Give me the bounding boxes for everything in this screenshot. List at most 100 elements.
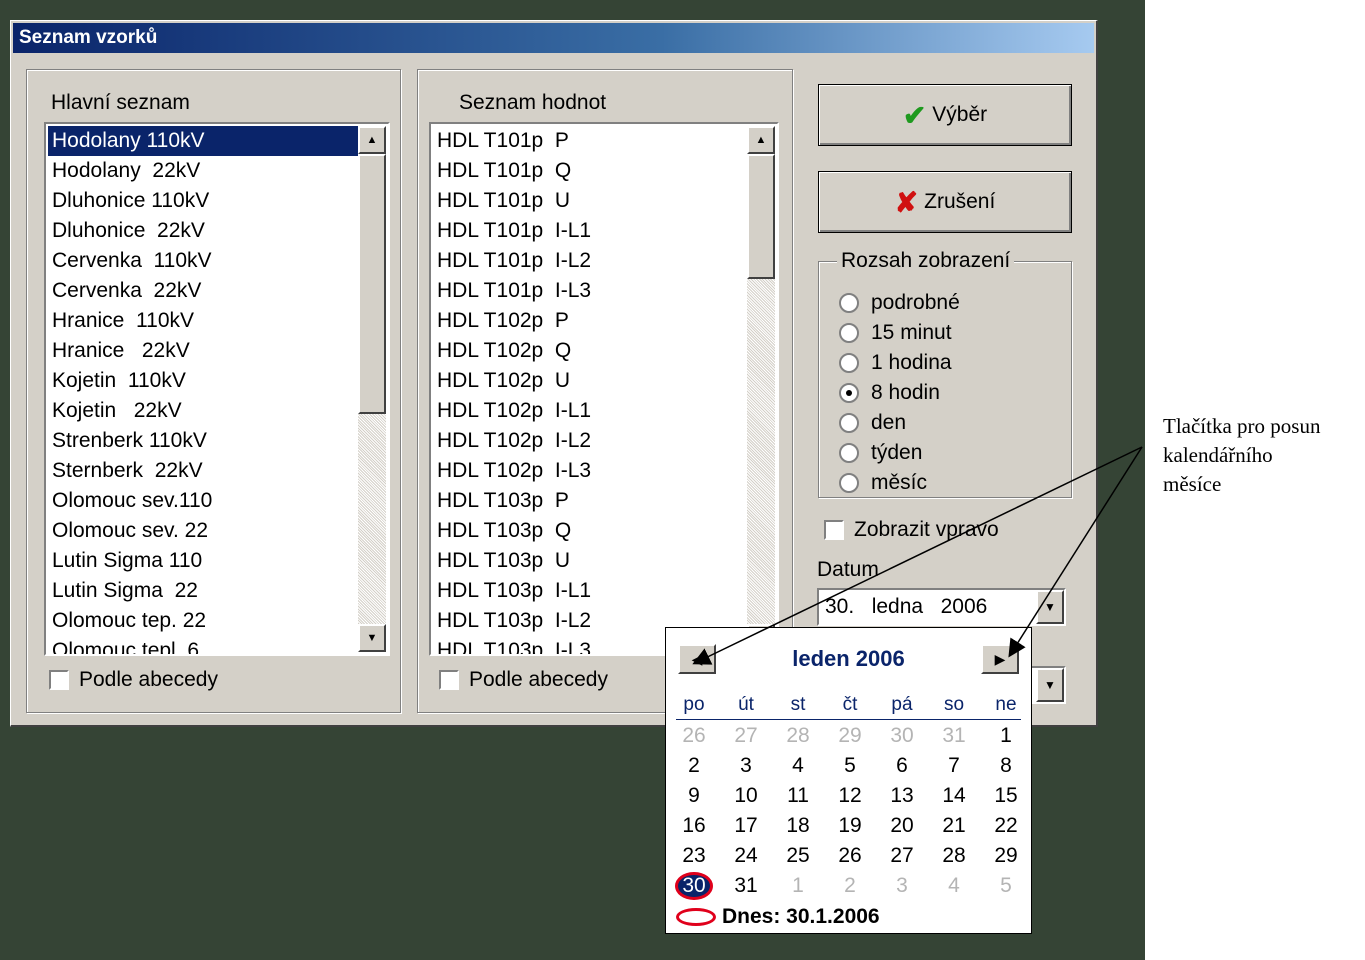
radio-button[interactable] — [839, 353, 859, 373]
list-item[interactable]: Kojetin 22kV — [48, 396, 358, 426]
list-item[interactable]: Olomouc sev. 22 — [48, 516, 358, 546]
calendar-day[interactable]: 28 — [928, 841, 980, 871]
calendar-day[interactable]: 3 — [720, 751, 772, 781]
list-item[interactable]: HDL T101p Q — [433, 156, 747, 186]
list-item[interactable]: HDL T102p P — [433, 306, 747, 336]
calendar-day[interactable]: 2 — [668, 751, 720, 781]
calendar-day[interactable]: 2 — [824, 871, 876, 901]
range-option[interactable]: den — [839, 408, 906, 438]
radio-button[interactable] — [839, 383, 859, 403]
calendar-day[interactable]: 16 — [668, 811, 720, 841]
today-link[interactable]: Dnes: 30.1.2006 — [676, 905, 880, 929]
calendar-day[interactable]: 26 — [824, 841, 876, 871]
list-item[interactable]: HDL T103p I-L1 — [433, 576, 747, 606]
radio-button[interactable] — [839, 473, 859, 493]
secondary-combo[interactable]: ▼ — [1029, 666, 1066, 704]
calendar-day[interactable]: 24 — [720, 841, 772, 871]
scroll-up-button[interactable]: ▲ — [747, 126, 775, 154]
radio-button[interactable] — [839, 293, 859, 313]
calendar-day[interactable]: 21 — [928, 811, 980, 841]
show-right-checkbox[interactable]: Zobrazit vpravo — [824, 518, 999, 542]
calendar-day[interactable]: 13 — [876, 781, 928, 811]
checkbox-box[interactable] — [824, 520, 844, 540]
list-item[interactable]: HDL T102p U — [433, 366, 747, 396]
calendar-day[interactable]: 1 — [772, 871, 824, 901]
calendar-day[interactable]: 5 — [980, 871, 1032, 901]
list-item[interactable]: Olomouc tep. 22 — [48, 606, 358, 636]
list-item[interactable]: Lutin Sigma 22 — [48, 576, 358, 606]
calendar-day[interactable]: 26 — [668, 721, 720, 751]
list-item[interactable]: HDL T102p Q — [433, 336, 747, 366]
radio-button[interactable] — [839, 443, 859, 463]
list-item[interactable]: Olomouc sev.110 — [48, 486, 358, 516]
calendar-day[interactable]: 17 — [720, 811, 772, 841]
calendar-day[interactable]: 9 — [668, 781, 720, 811]
main-sort-checkbox[interactable]: Podle abecedy — [49, 668, 218, 692]
list-item[interactable]: HDL T101p U — [433, 186, 747, 216]
calendar-day[interactable]: 27 — [876, 841, 928, 871]
calendar-day-today[interactable]: 30 — [668, 871, 720, 901]
list-item[interactable]: Sternberk 22kV — [48, 456, 358, 486]
range-option[interactable]: týden — [839, 438, 922, 468]
calendar-day[interactable]: 31 — [720, 871, 772, 901]
main-list[interactable]: Hodolany 110kV Hodolany 22kV Dluhonice 110… — [44, 122, 390, 656]
calendar-day[interactable]: 12 — [824, 781, 876, 811]
dropdown-arrow-icon[interactable]: ▼ — [1036, 668, 1064, 702]
list-item[interactable]: Hranice 22kV — [48, 336, 358, 366]
value-list[interactable]: HDL T101p P HDL T101p Q HDL T101p U HDL T10… — [429, 122, 779, 656]
scroll-thumb[interactable] — [358, 154, 386, 414]
calendar-day[interactable]: 14 — [928, 781, 980, 811]
list-item[interactable]: HDL T101p I-L2 — [433, 246, 747, 276]
list-item[interactable]: Dluhonice 110kV — [48, 186, 358, 216]
calendar-day[interactable]: 18 — [772, 811, 824, 841]
list-item[interactable]: Olomouc tepl. 6 — [48, 636, 358, 654]
checkbox-box[interactable] — [49, 670, 69, 690]
scroll-thumb[interactable] — [747, 154, 775, 279]
select-button[interactable]: ✔ Výběr — [818, 84, 1072, 146]
main-list-scrollbar[interactable]: ▲ ▼ — [358, 126, 386, 652]
range-option[interactable]: 8 hodin — [839, 378, 940, 408]
calendar-day[interactable]: 27 — [720, 721, 772, 751]
list-item[interactable]: Dluhonice 22kV — [48, 216, 358, 246]
list-item[interactable]: Lutin Sigma 110 — [48, 546, 358, 576]
list-item[interactable]: Kojetin 110kV — [48, 366, 358, 396]
list-item[interactable]: Hodolany 22kV — [48, 156, 358, 186]
calendar-day[interactable]: 8 — [980, 751, 1032, 781]
range-option[interactable]: měsíc — [839, 468, 927, 498]
date-combo[interactable]: 30. ledna 2006 ▼ — [817, 588, 1066, 626]
dropdown-arrow-icon[interactable]: ▼ — [1036, 590, 1064, 624]
list-item[interactable]: Cervenka 110kV — [48, 246, 358, 276]
calendar-day[interactable]: 25 — [772, 841, 824, 871]
calendar-day[interactable]: 5 — [824, 751, 876, 781]
calendar-day[interactable]: 23 — [668, 841, 720, 871]
calendar-day[interactable]: 15 — [980, 781, 1032, 811]
calendar-day[interactable]: 31 — [928, 721, 980, 751]
calendar-day[interactable]: 6 — [876, 751, 928, 781]
radio-button[interactable] — [839, 413, 859, 433]
range-option[interactable]: 1 hodina — [839, 348, 952, 378]
cancel-button[interactable]: ✘ Zrušení — [818, 171, 1072, 233]
list-item[interactable]: HDL T103p P — [433, 486, 747, 516]
calendar-day[interactable]: 3 — [876, 871, 928, 901]
calendar-day[interactable]: 7 — [928, 751, 980, 781]
calendar-day[interactable]: 29 — [980, 841, 1032, 871]
range-option[interactable]: 15 minut — [839, 318, 952, 348]
list-item[interactable]: Hranice 110kV — [48, 306, 358, 336]
list-item[interactable]: HDL T103p Q — [433, 516, 747, 546]
checkbox-box[interactable] — [439, 670, 459, 690]
calendar-day[interactable]: 1 — [980, 721, 1032, 751]
list-item[interactable]: HDL T101p I-L1 — [433, 216, 747, 246]
list-item[interactable]: HDL T101p P — [433, 126, 747, 156]
calendar-day[interactable]: 22 — [980, 811, 1032, 841]
calendar-day[interactable]: 4 — [772, 751, 824, 781]
calendar-day[interactable]: 4 — [928, 871, 980, 901]
value-sort-checkbox[interactable]: Podle abecedy — [439, 668, 608, 692]
list-item[interactable]: HDL T102p I-L3 — [433, 456, 747, 486]
calendar-day[interactable]: 20 — [876, 811, 928, 841]
list-item[interactable]: HDL T103p U — [433, 546, 747, 576]
list-item[interactable]: Cervenka 22kV — [48, 276, 358, 306]
list-item[interactable]: Hodolany 110kV — [48, 126, 358, 156]
list-item[interactable]: HDL T102p I-L1 — [433, 396, 747, 426]
list-item[interactable]: Strenberk 110kV — [48, 426, 358, 456]
next-month-button[interactable]: ▶ — [981, 644, 1019, 674]
